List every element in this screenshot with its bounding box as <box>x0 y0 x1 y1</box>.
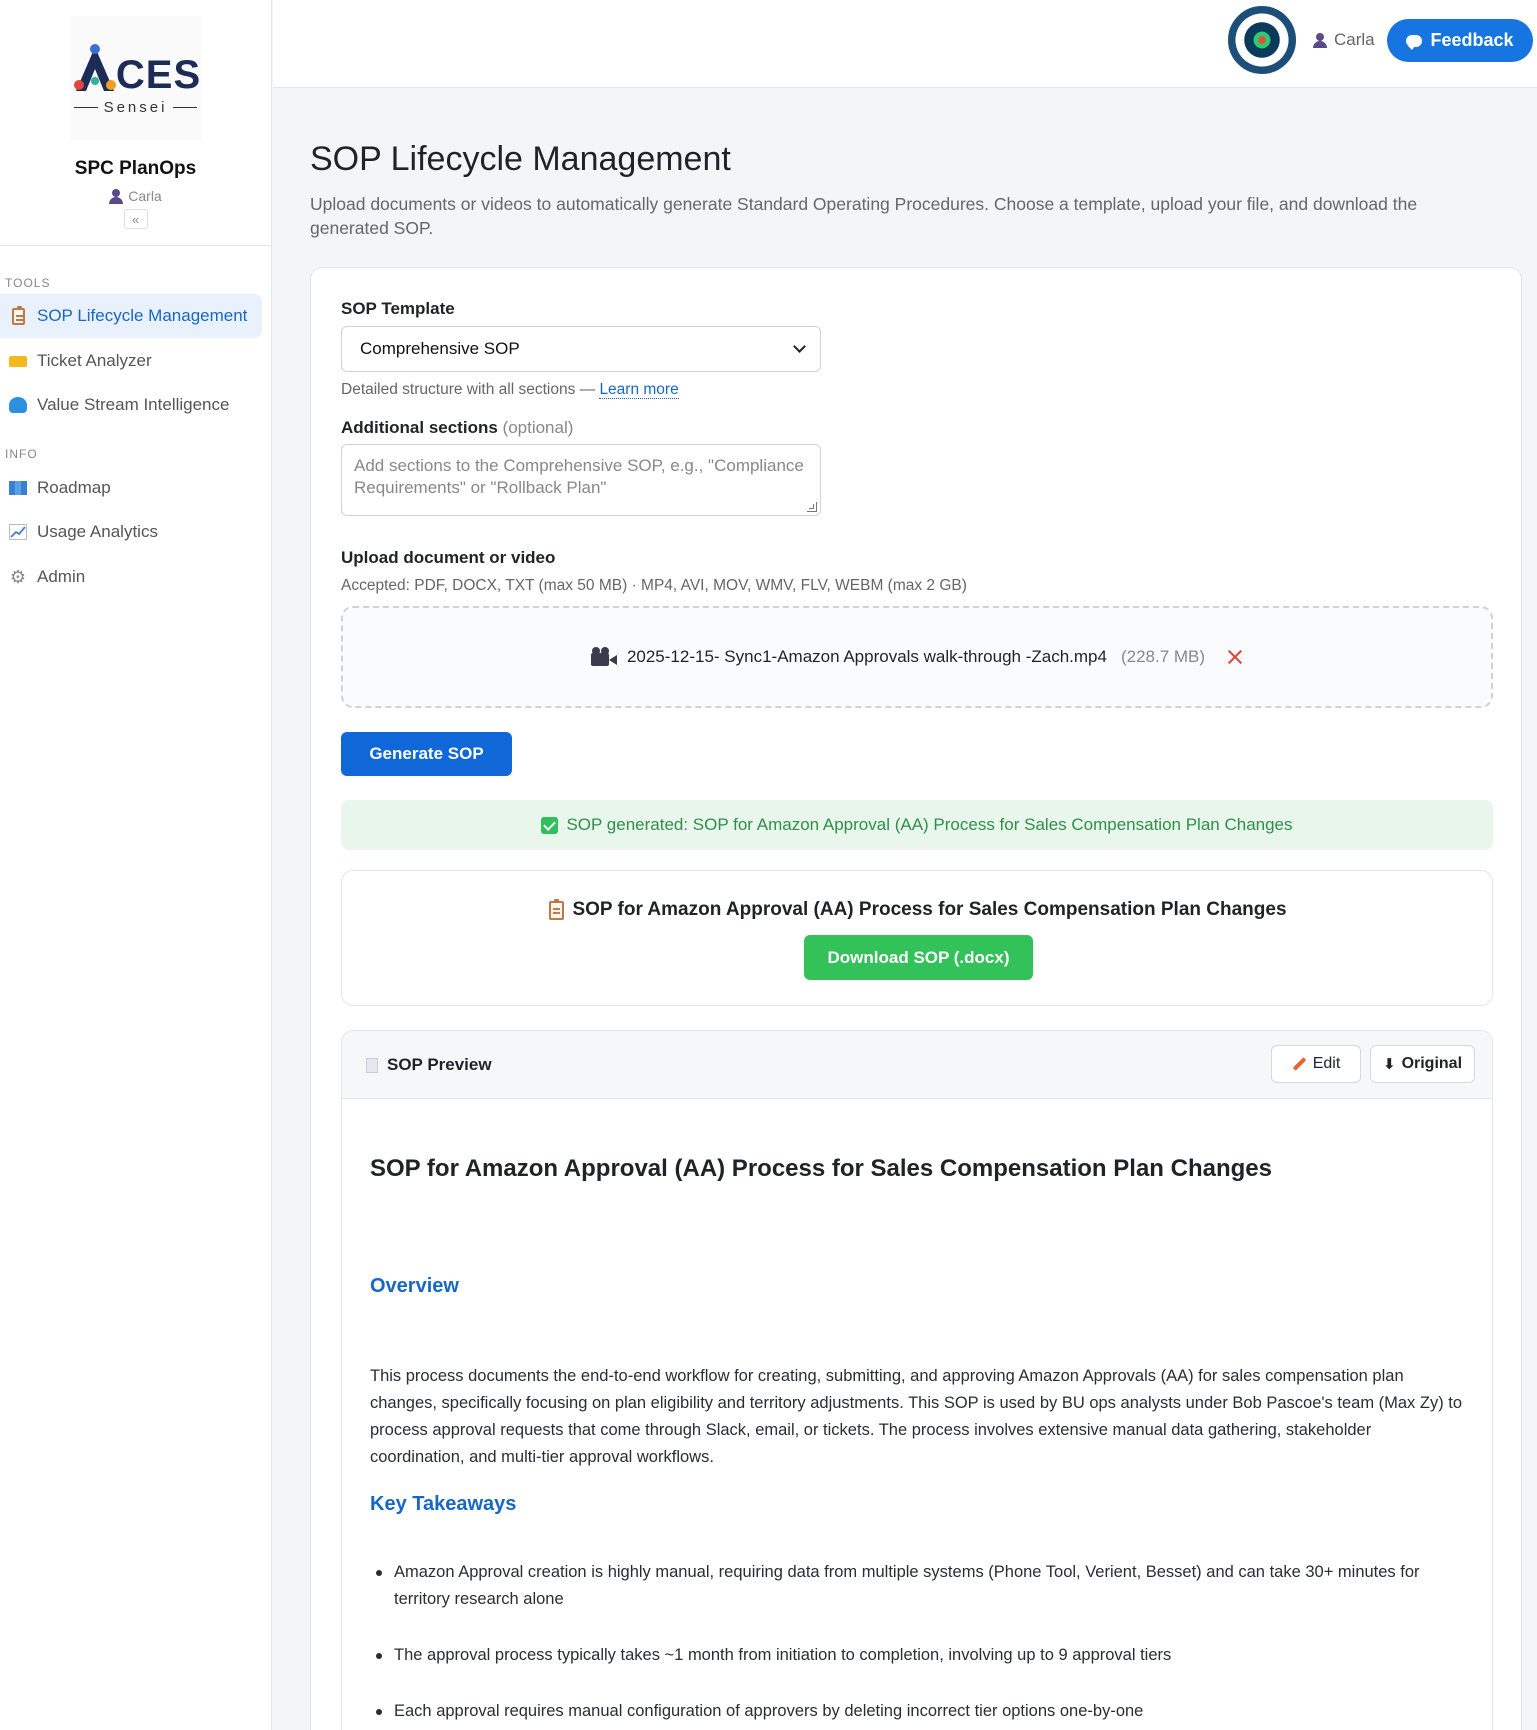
user-icon <box>109 188 124 204</box>
resize-handle[interactable] <box>807 502 817 512</box>
preview-title-text: SOP Preview <box>387 1055 492 1074</box>
chevron-down-icon <box>793 340 806 353</box>
generate-sop-button[interactable]: Generate SOP <box>341 732 512 776</box>
check-icon <box>541 816 559 834</box>
template-label: SOP Template <box>341 299 455 318</box>
logo-mark-icon <box>73 43 116 91</box>
upload-label: Upload document or video <box>341 548 556 567</box>
sidebar-item-admin[interactable]: ⚙ Admin <box>0 555 262 599</box>
sidebar-item-ticket-analyzer[interactable]: Ticket Analyzer <box>0 339 262 383</box>
clipboard-icon <box>549 898 565 920</box>
template-help-text: Detailed structure with all sections — <box>341 381 600 398</box>
document-icon <box>366 1057 378 1073</box>
nav-section-tools: TOOLS <box>5 276 51 290</box>
collapse-sidebar-button[interactable]: « <box>123 209 148 229</box>
page-title: SOP Lifecycle Management <box>310 140 731 178</box>
gear-icon: ⚙ <box>9 566 27 587</box>
sidebar-item-label: Ticket Analyzer <box>37 351 152 370</box>
sop-preview: SOP Preview Edit ⬇ Original SOP for Amaz… <box>341 1030 1493 1730</box>
feedback-button[interactable]: Feedback <box>1387 19 1533 62</box>
template-help: Detailed structure with all sections — L… <box>341 381 679 399</box>
user-icon <box>1313 32 1327 48</box>
additional-sections-placeholder: Add sections to the Comprehensive SOP, e… <box>354 456 804 497</box>
sidebar: CES Sensei SPC PlanOps Carla « TOOLS SOP… <box>0 0 272 1730</box>
list-item: Each approval requires manual configurat… <box>370 1698 1470 1725</box>
logo-text: CES <box>115 52 202 97</box>
success-message: SOP generated: SOP for Amazon Approval (… <box>566 815 1293 834</box>
sidebar-item-label: Usage Analytics <box>37 522 158 541</box>
nav-section-info: INFO <box>5 447 38 461</box>
result-title: SOP for Amazon Approval (AA) Process for… <box>342 898 1494 921</box>
sidebar-item-label: SOP Lifecycle Management <box>37 306 248 325</box>
sidebar-user: Carla <box>109 188 162 204</box>
app-title: SPC PlanOps <box>74 158 197 179</box>
download-arrow-icon: ⬇ <box>1382 1056 1396 1073</box>
wave-icon <box>8 395 28 415</box>
sidebar-item-value-stream[interactable]: Value Stream Intelligence <box>0 383 262 427</box>
original-label: Original <box>1401 1055 1463 1072</box>
additional-sections-label: Additional sections (optional) <box>341 418 573 438</box>
preview-title: SOP Preview <box>366 1055 492 1075</box>
ticket-icon <box>8 351 28 371</box>
brand-block: CES Sensei SPC PlanOps Carla « <box>0 0 271 246</box>
result-title-text: SOP for Amazon Approval (AA) Process for… <box>572 899 1287 920</box>
edit-label: Edit <box>1312 1055 1341 1072</box>
feedback-label: Feedback <box>1430 30 1514 50</box>
sidebar-item-label: Roadmap <box>37 478 111 497</box>
top-user-name: Carla <box>1334 30 1375 49</box>
sidebar-item-label: Admin <box>37 567 86 586</box>
additional-sections-input[interactable]: Add sections to the Comprehensive SOP, e… <box>341 444 821 516</box>
template-select[interactable]: Comprehensive SOP <box>341 326 821 372</box>
top-bar: Carla Feedback <box>273 0 1537 88</box>
download-sop-button[interactable]: Download SOP (.docx) <box>804 935 1033 980</box>
original-button[interactable]: ⬇ Original <box>1370 1045 1475 1083</box>
upload-dropzone[interactable]: 2025-12-15- Sync1-Amazon Approvals walk-… <box>341 606 1493 708</box>
overview-text: This process documents the end-to-end wo… <box>370 1367 1463 1466</box>
learn-more-link[interactable]: Learn more <box>599 381 679 399</box>
edit-button[interactable]: Edit <box>1271 1045 1361 1083</box>
accepted-formats: Accepted: PDF, DOCX, TXT (max 50 MB) · M… <box>341 577 967 594</box>
remove-file-icon[interactable] <box>1227 649 1243 665</box>
additional-label-text: Additional sections <box>341 418 498 437</box>
page-description: Upload documents or videos to automatica… <box>310 194 1418 238</box>
list-item: The approval process typically takes ~1 … <box>370 1642 1470 1669</box>
process-engineering-team-badge-icon <box>1228 6 1296 74</box>
result-box: SOP for Amazon Approval (AA) Process for… <box>341 870 1493 1006</box>
chart-icon <box>8 522 28 542</box>
sidebar-item-usage-analytics[interactable]: Usage Analytics <box>0 510 262 554</box>
doc-title: SOP for Amazon Approval (AA) Process for… <box>370 1155 1272 1182</box>
top-user[interactable]: Carla <box>1313 30 1375 50</box>
map-icon <box>8 478 28 498</box>
clipboard-icon <box>8 305 28 326</box>
sop-card: SOP Template Comprehensive SOP Detailed … <box>310 267 1522 1730</box>
sidebar-item-sop-lifecycle[interactable]: SOP Lifecycle Management <box>0 294 262 338</box>
template-selected-value: Comprehensive SOP <box>360 339 520 358</box>
preview-header: SOP Preview Edit ⬇ Original <box>342 1031 1492 1099</box>
optional-tag: (optional) <box>502 418 574 437</box>
uploaded-file-name: 2025-12-15- Sync1-Amazon Approvals walk-… <box>626 647 1107 666</box>
aces-sensei-logo[interactable]: CES Sensei <box>69 16 202 140</box>
sidebar-item-label: Value Stream Intelligence <box>37 395 230 414</box>
uploaded-file-size: (228.7 MB) <box>1120 647 1206 666</box>
list-item: Amazon Approval creation is highly manua… <box>370 1559 1470 1613</box>
sidebar-user-name: Carla <box>128 188 162 204</box>
logo-subtext: Sensei <box>103 98 168 116</box>
success-banner: SOP generated: SOP for Amazon Approval (… <box>341 800 1493 850</box>
video-camera-icon <box>590 647 617 667</box>
overview-heading: Overview <box>370 1275 459 1297</box>
sidebar-item-roadmap[interactable]: Roadmap <box>0 466 262 510</box>
takeaways-heading: Key Takeaways <box>370 1493 517 1515</box>
chat-bubble-icon <box>1406 34 1423 50</box>
pencil-icon <box>1292 1057 1306 1071</box>
